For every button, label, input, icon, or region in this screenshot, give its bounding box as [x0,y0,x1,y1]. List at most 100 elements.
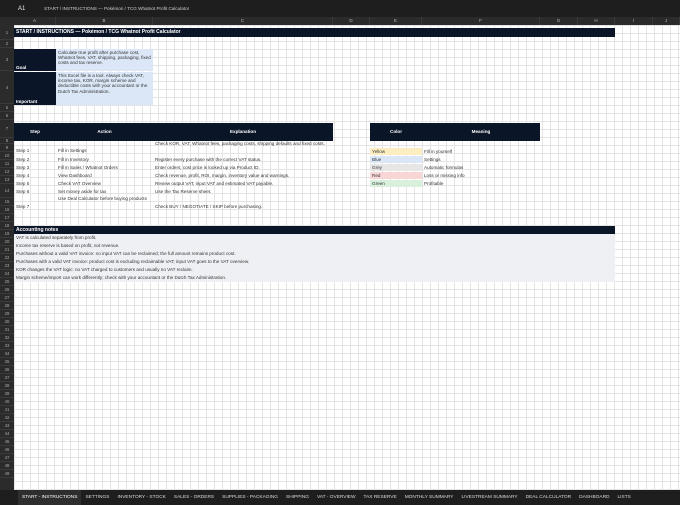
row-number[interactable]: 23 [0,262,14,270]
legend-color-grey[interactable]: Grey [370,164,422,171]
legend-color-yellow[interactable]: Yellow [370,148,422,155]
row-number[interactable]: 20 [0,238,14,246]
row-number[interactable]: 46 [0,446,14,454]
step-5-explanation[interactable]: Review output VAT, input VAT and estimat… [153,180,333,188]
step-2-explanation[interactable]: Register every purchase with the correct… [153,156,333,164]
tab-dashboard[interactable]: DASHBOARD [575,490,613,505]
row-number[interactable]: 15 [0,198,14,206]
row-number[interactable]: 14 [0,184,14,198]
tab-deal-calculator[interactable]: DEAL CALCULATOR [522,490,576,505]
col-header-a[interactable]: A [14,17,56,25]
step-7-action[interactable]: Use Deal Calculator before buying produc… [56,196,153,201]
row-number[interactable]: 26 [0,286,14,294]
tab-start-instructions[interactable]: START - INSTRUCTIONS [18,490,82,505]
step-4-action[interactable]: View Dashboard [56,172,153,180]
col-header-d[interactable]: D [333,17,370,25]
row-number[interactable]: 6 [0,112,14,120]
accounting-note-2[interactable]: Income tax reserve is based on profit, n… [14,242,615,250]
row-number[interactable]: 21 [0,246,14,254]
tab-tax-reserve[interactable]: TAX RESERVE [360,490,401,505]
sheet-title[interactable]: START / INSTRUCTIONS — Pokémon / TCG Wha… [14,28,615,37]
goal-label[interactable]: Goal [14,49,56,71]
important-text[interactable]: This Excel file is a tool. Always check … [56,72,153,105]
step-3-explanation[interactable]: Enter orders; cost price is looked up vi… [153,164,333,172]
step-6-action[interactable]: Set money aside for tax [56,188,153,196]
row-number[interactable]: 30 [0,318,14,326]
row-number[interactable]: 35 [0,358,14,366]
step-4-explanation[interactable]: Check revenue, profit, ROI, margin, inve… [153,172,333,180]
step-3-label[interactable]: Step 3 [14,164,56,172]
col-header-i[interactable]: I [615,17,653,25]
row-number[interactable]: 7 [0,120,14,138]
formula-input[interactable]: START / INSTRUCTIONS — Pokémon / TCG Wha… [44,6,189,11]
accounting-note-4[interactable]: Purchases with a valid VAT invoice: prod… [14,258,615,266]
row-number[interactable]: 17 [0,214,14,222]
step-1-explanation[interactable]: Check KOR, VAT, Whatnot fees, packaging … [153,141,333,146]
accounting-notes-title[interactable]: Accounting notes [14,226,615,234]
step-6-explanation[interactable]: Use the Tax Reserve sheet. [153,188,333,196]
row-number[interactable]: 32 [0,334,14,342]
important-label[interactable]: Important [14,72,56,105]
row-number[interactable]: 45 [0,438,14,446]
row-number[interactable]: 4 [0,71,14,104]
row-number[interactable]: 48 [0,462,14,470]
row-number[interactable]: 24 [0,270,14,278]
row-number[interactable]: 2 [0,40,14,48]
row-number[interactable]: 47 [0,454,14,462]
legend-color-green[interactable]: Green [370,180,422,187]
row-number[interactable]: 41 [0,406,14,414]
row-number[interactable]: 44 [0,430,14,438]
row-number[interactable]: 34 [0,350,14,358]
step-5-action[interactable]: Check VAT Overview [56,180,153,188]
legend-meaning-grey[interactable]: Automatic formulas [422,164,540,171]
row-number[interactable]: 16 [0,206,14,214]
tab-vat-overview[interactable]: VAT - OVERVIEW [313,490,360,505]
tab-settings[interactable]: SETTINGS [81,490,113,505]
row-number[interactable]: 3 [0,48,14,71]
accounting-note-3[interactable]: Purchases without a valid VAT invoice: n… [14,250,615,258]
tab-inventory-stock[interactable]: INVENTORY - STOCK [113,490,169,505]
row-number[interactable]: 38 [0,382,14,390]
row-number[interactable]: 11 [0,160,14,168]
step-6-label[interactable]: Step 6 [14,188,56,196]
row-number[interactable]: 40 [0,398,14,406]
row-number[interactable]: 22 [0,254,14,262]
row-number[interactable]: 36 [0,366,14,374]
row-number[interactable]: 28 [0,302,14,310]
step-4-label[interactable]: Step 4 [14,172,56,180]
step-5-label[interactable]: Step 5 [14,180,56,188]
tab-supplies-packaging[interactable]: SUPPLIES - PACKAGING [218,490,282,505]
col-header-c[interactable]: C [153,17,333,25]
step-7-explanation[interactable]: Check BUY / NEGOTIATE / SKIP before purc… [153,203,333,211]
col-header-b[interactable]: B [56,17,153,25]
row-number[interactable]: 49 [0,470,14,478]
row-number[interactable]: 25 [0,278,14,286]
row-number[interactable]: 29 [0,310,14,318]
row-number[interactable]: 31 [0,326,14,334]
row-number[interactable]: 12 [0,168,14,176]
step-1-action[interactable]: Fill in Settings [56,147,153,155]
row-number[interactable]: 1 [0,25,14,40]
step-2-action[interactable]: Fill in Inventory [56,156,153,164]
row-number[interactable]: 10 [0,152,14,160]
row-number[interactable]: 33 [0,342,14,350]
step-2-label[interactable]: Step 2 [14,156,56,164]
tab-livestream-summary[interactable]: LIVESTREAM SUMMARY [457,490,521,505]
col-header-e[interactable]: E [370,17,422,25]
step-3-action[interactable]: Fill in Sales / Whatnot Orders [56,164,153,172]
row-number[interactable]: 39 [0,390,14,398]
steps-header-explanation[interactable]: Explanation [153,123,333,141]
row-number[interactable]: 5 [0,104,14,112]
col-header-f[interactable]: F [422,17,540,25]
legend-meaning-blue[interactable]: Settings [422,156,540,163]
row-number[interactable]: 18 [0,222,14,230]
accounting-note-5[interactable]: KOR changes the VAT logic: no VAT charge… [14,266,615,274]
tab-lists[interactable]: LISTS [614,490,635,505]
legend-meaning-green[interactable]: Profitable [422,180,540,187]
row-number[interactable]: 13 [0,176,14,184]
row-number[interactable]: 37 [0,374,14,382]
row-number[interactable]: 42 [0,414,14,422]
row-number[interactable]: 27 [0,294,14,302]
legend-header-meaning[interactable]: Meaning [422,123,540,141]
legend-color-red[interactable]: Red [370,172,422,179]
